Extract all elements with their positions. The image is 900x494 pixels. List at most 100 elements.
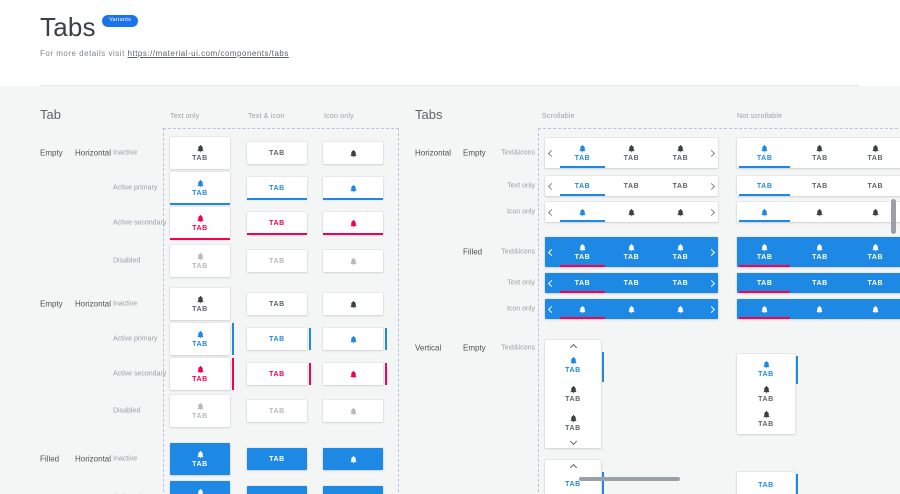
tab[interactable]: TAB [545,380,601,409]
tab[interactable] [848,299,900,319]
tab[interactable]: TAB [558,176,607,196]
tab[interactable]: TAB [607,237,656,267]
tab[interactable]: TAB [558,237,607,267]
tab[interactable] [323,212,383,234]
tab[interactable] [737,202,792,222]
tab[interactable]: TAB [247,250,307,272]
tab[interactable]: TAB [656,138,705,168]
tab[interactable]: TAB [247,486,307,494]
tab[interactable]: TAB [170,323,230,355]
scroll-right-button[interactable] [705,176,718,196]
scroll-right-button[interactable] [705,299,718,319]
tab[interactable]: TAB [792,176,847,196]
tab[interactable]: TAB [848,138,900,168]
tab[interactable] [323,486,383,494]
scroll-left-button[interactable] [545,202,558,222]
tab-label: TAB [192,155,208,162]
tab[interactable]: TAB [792,138,847,168]
scroll-right-button[interactable] [705,202,718,222]
tab[interactable] [656,202,705,222]
tab[interactable]: TAB [737,475,795,494]
tab[interactable]: TAB [247,328,307,350]
docs-link[interactable]: https://material-ui.com/components/tabs [128,49,289,58]
tab[interactable] [737,299,792,319]
active-indicator [560,291,605,293]
tab[interactable]: TAB [170,395,230,427]
tab[interactable]: TAB [247,177,307,199]
tab[interactable]: TAB [656,176,705,196]
tab[interactable] [792,299,847,319]
scroll-left-button[interactable] [545,273,558,293]
tab[interactable]: TAB [247,293,307,315]
scroll-right-button[interactable] [705,237,718,267]
tab[interactable]: TAB [545,351,601,380]
tab[interactable]: TAB [170,358,230,390]
tab[interactable] [323,250,383,272]
tab[interactable] [323,400,383,422]
tab[interactable] [323,142,383,164]
tab[interactable]: TAB [848,273,900,293]
scroll-left-button[interactable] [545,299,558,319]
tab[interactable]: TAB [848,237,900,267]
scroll-left-button[interactable] [545,237,558,267]
tab[interactable] [323,293,383,315]
tab[interactable]: TAB [247,400,307,422]
tab[interactable] [607,299,656,319]
tab[interactable] [558,299,607,319]
tab[interactable]: TAB [558,273,607,293]
tab[interactable]: TAB [737,176,792,196]
scroll-left-button[interactable] [545,138,558,168]
scroll-left-button[interactable] [545,176,558,196]
tab[interactable] [656,299,705,319]
scroll-right-button[interactable] [705,138,718,168]
tab[interactable]: TAB [247,212,307,234]
tab[interactable] [607,202,656,222]
tab[interactable] [323,177,383,199]
active-indicator [739,166,790,168]
scroll-down-button[interactable] [545,437,601,445]
tab[interactable] [558,202,607,222]
tab[interactable] [323,363,383,385]
label: Inactive [113,150,137,157]
subtitle: For more details visit https://material-… [40,49,289,58]
tab[interactable] [323,448,383,470]
tab[interactable]: TAB [656,237,705,267]
tab[interactable]: TAB [170,137,230,169]
tab[interactable]: TAB [737,273,792,293]
vertical-scrollbar-thumb[interactable] [891,199,896,234]
tab[interactable]: TAB [170,245,230,277]
tab[interactable]: TAB [247,448,307,470]
bell-icon [349,149,358,158]
tab[interactable]: TAB [737,357,795,382]
tab[interactable]: TAB [545,471,601,494]
tab[interactable]: TAB [170,207,230,239]
tab[interactable]: TAB [656,273,705,293]
tab[interactable]: TAB [737,382,795,407]
tab[interactable]: TAB [170,443,230,475]
tab[interactable]: TAB [792,237,847,267]
tab[interactable]: TAB [607,138,656,168]
tab[interactable]: TAB [607,273,656,293]
tab-label: TAB [673,155,689,162]
tab[interactable]: TAB [848,176,900,196]
tab[interactable]: TAB [737,237,792,267]
tab[interactable]: TAB [545,408,601,437]
chevron-right-icon [708,279,715,286]
scroll-up-button[interactable] [545,463,601,471]
tab[interactable]: TAB [737,138,792,168]
tab[interactable] [792,202,847,222]
tab[interactable] [323,328,383,350]
tab[interactable]: TAB [737,406,795,431]
tab[interactable]: TAB [247,363,307,385]
tab[interactable]: TAB [170,172,230,204]
scroll-up-button[interactable] [545,343,601,351]
bell-icon [569,385,578,394]
tab[interactable]: TAB [170,481,230,494]
scroll-right-button[interactable] [705,273,718,293]
horizontal-scrollbar-thumb[interactable] [579,477,680,481]
tab[interactable]: TAB [247,142,307,164]
tab[interactable]: TAB [792,273,847,293]
tab[interactable]: TAB [558,138,607,168]
tab[interactable]: TAB [170,288,230,320]
tab[interactable]: TAB [607,176,656,196]
